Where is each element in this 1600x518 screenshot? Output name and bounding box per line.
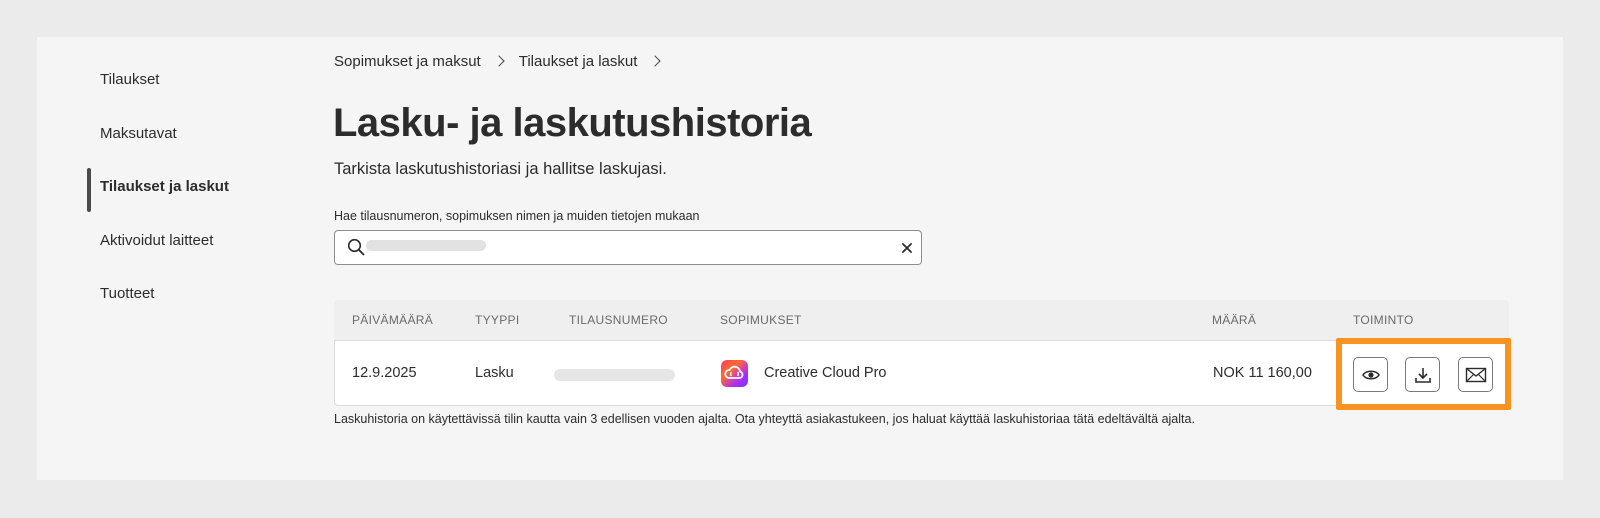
search-input[interactable] (334, 230, 922, 265)
table-header: PÄIVÄMÄÄRÄ TYYPPI TILAUSNUMERO SOPIMUKSE… (334, 300, 1509, 340)
download-invoice-button[interactable] (1405, 357, 1440, 392)
table-row: 12.9.2025 Lasku Creative Cloud Pro NOK 1… (334, 338, 1511, 410)
search-icon (347, 238, 365, 256)
sidebar-item-products[interactable]: Tuotteet (100, 285, 154, 302)
column-header-amount: MÄÄRÄ (1212, 313, 1257, 327)
creative-cloud-icon (721, 360, 748, 387)
row-type: Lasku (475, 365, 514, 381)
invoice-table: PÄIVÄMÄÄRÄ TYYPPI TILAUSNUMERO SOPIMUKSE… (334, 300, 1511, 410)
email-icon (1465, 367, 1486, 382)
sidebar-active-indicator (87, 168, 91, 212)
column-header-plans: SOPIMUKSET (720, 313, 802, 327)
sidebar-item-orders-invoices[interactable]: Tilaukset ja laskut (100, 178, 229, 195)
search-value-redacted (366, 240, 486, 251)
page-title: Lasku- ja laskutushistoria (333, 101, 812, 145)
email-invoice-button[interactable] (1458, 357, 1493, 392)
view-invoice-button[interactable] (1353, 357, 1388, 392)
column-header-type: TYYPPI (475, 313, 520, 327)
sidebar-item-payment-methods[interactable]: Maksutavat (100, 125, 177, 142)
row-plan-name: Creative Cloud Pro (764, 365, 887, 381)
sidebar-item-activated-devices[interactable]: Aktivoidut laitteet (100, 232, 213, 249)
close-icon[interactable] (899, 240, 915, 256)
row-amount: NOK 11 160,00 (1213, 365, 1312, 381)
breadcrumb-orders-invoices[interactable]: Tilaukset ja laskut (519, 53, 638, 70)
row-order-number-redacted (554, 369, 675, 381)
history-footnote: Laskuhistoria on käytettävissä tilin kau… (334, 412, 1195, 426)
chevron-right-icon (649, 55, 662, 67)
sidebar-item-subscriptions[interactable]: Tilaukset (100, 71, 159, 88)
sidebar: Tilaukset Maksutavat Tilaukset ja laskut… (37, 37, 297, 480)
page-subtitle: Tarkista laskutushistoriasi ja hallitse … (334, 160, 667, 178)
chevron-right-icon (493, 55, 505, 67)
column-header-order-number: TILAUSNUMERO (569, 313, 668, 327)
breadcrumb: Sopimukset ja maksut Tilaukset ja laskut (334, 52, 675, 70)
row-date: 12.9.2025 (352, 365, 417, 381)
search-label: Hae tilausnumeron, sopimuksen nimen ja m… (334, 209, 700, 223)
page-panel: Tilaukset Maksutavat Tilaukset ja laskut… (37, 37, 1563, 480)
download-icon (1414, 367, 1431, 383)
column-header-date: PÄIVÄMÄÄRÄ (352, 313, 434, 327)
column-header-action: TOIMINTO (1353, 313, 1414, 327)
view-icon (1361, 370, 1380, 379)
breadcrumb-plans-payments[interactable]: Sopimukset ja maksut (334, 53, 481, 70)
